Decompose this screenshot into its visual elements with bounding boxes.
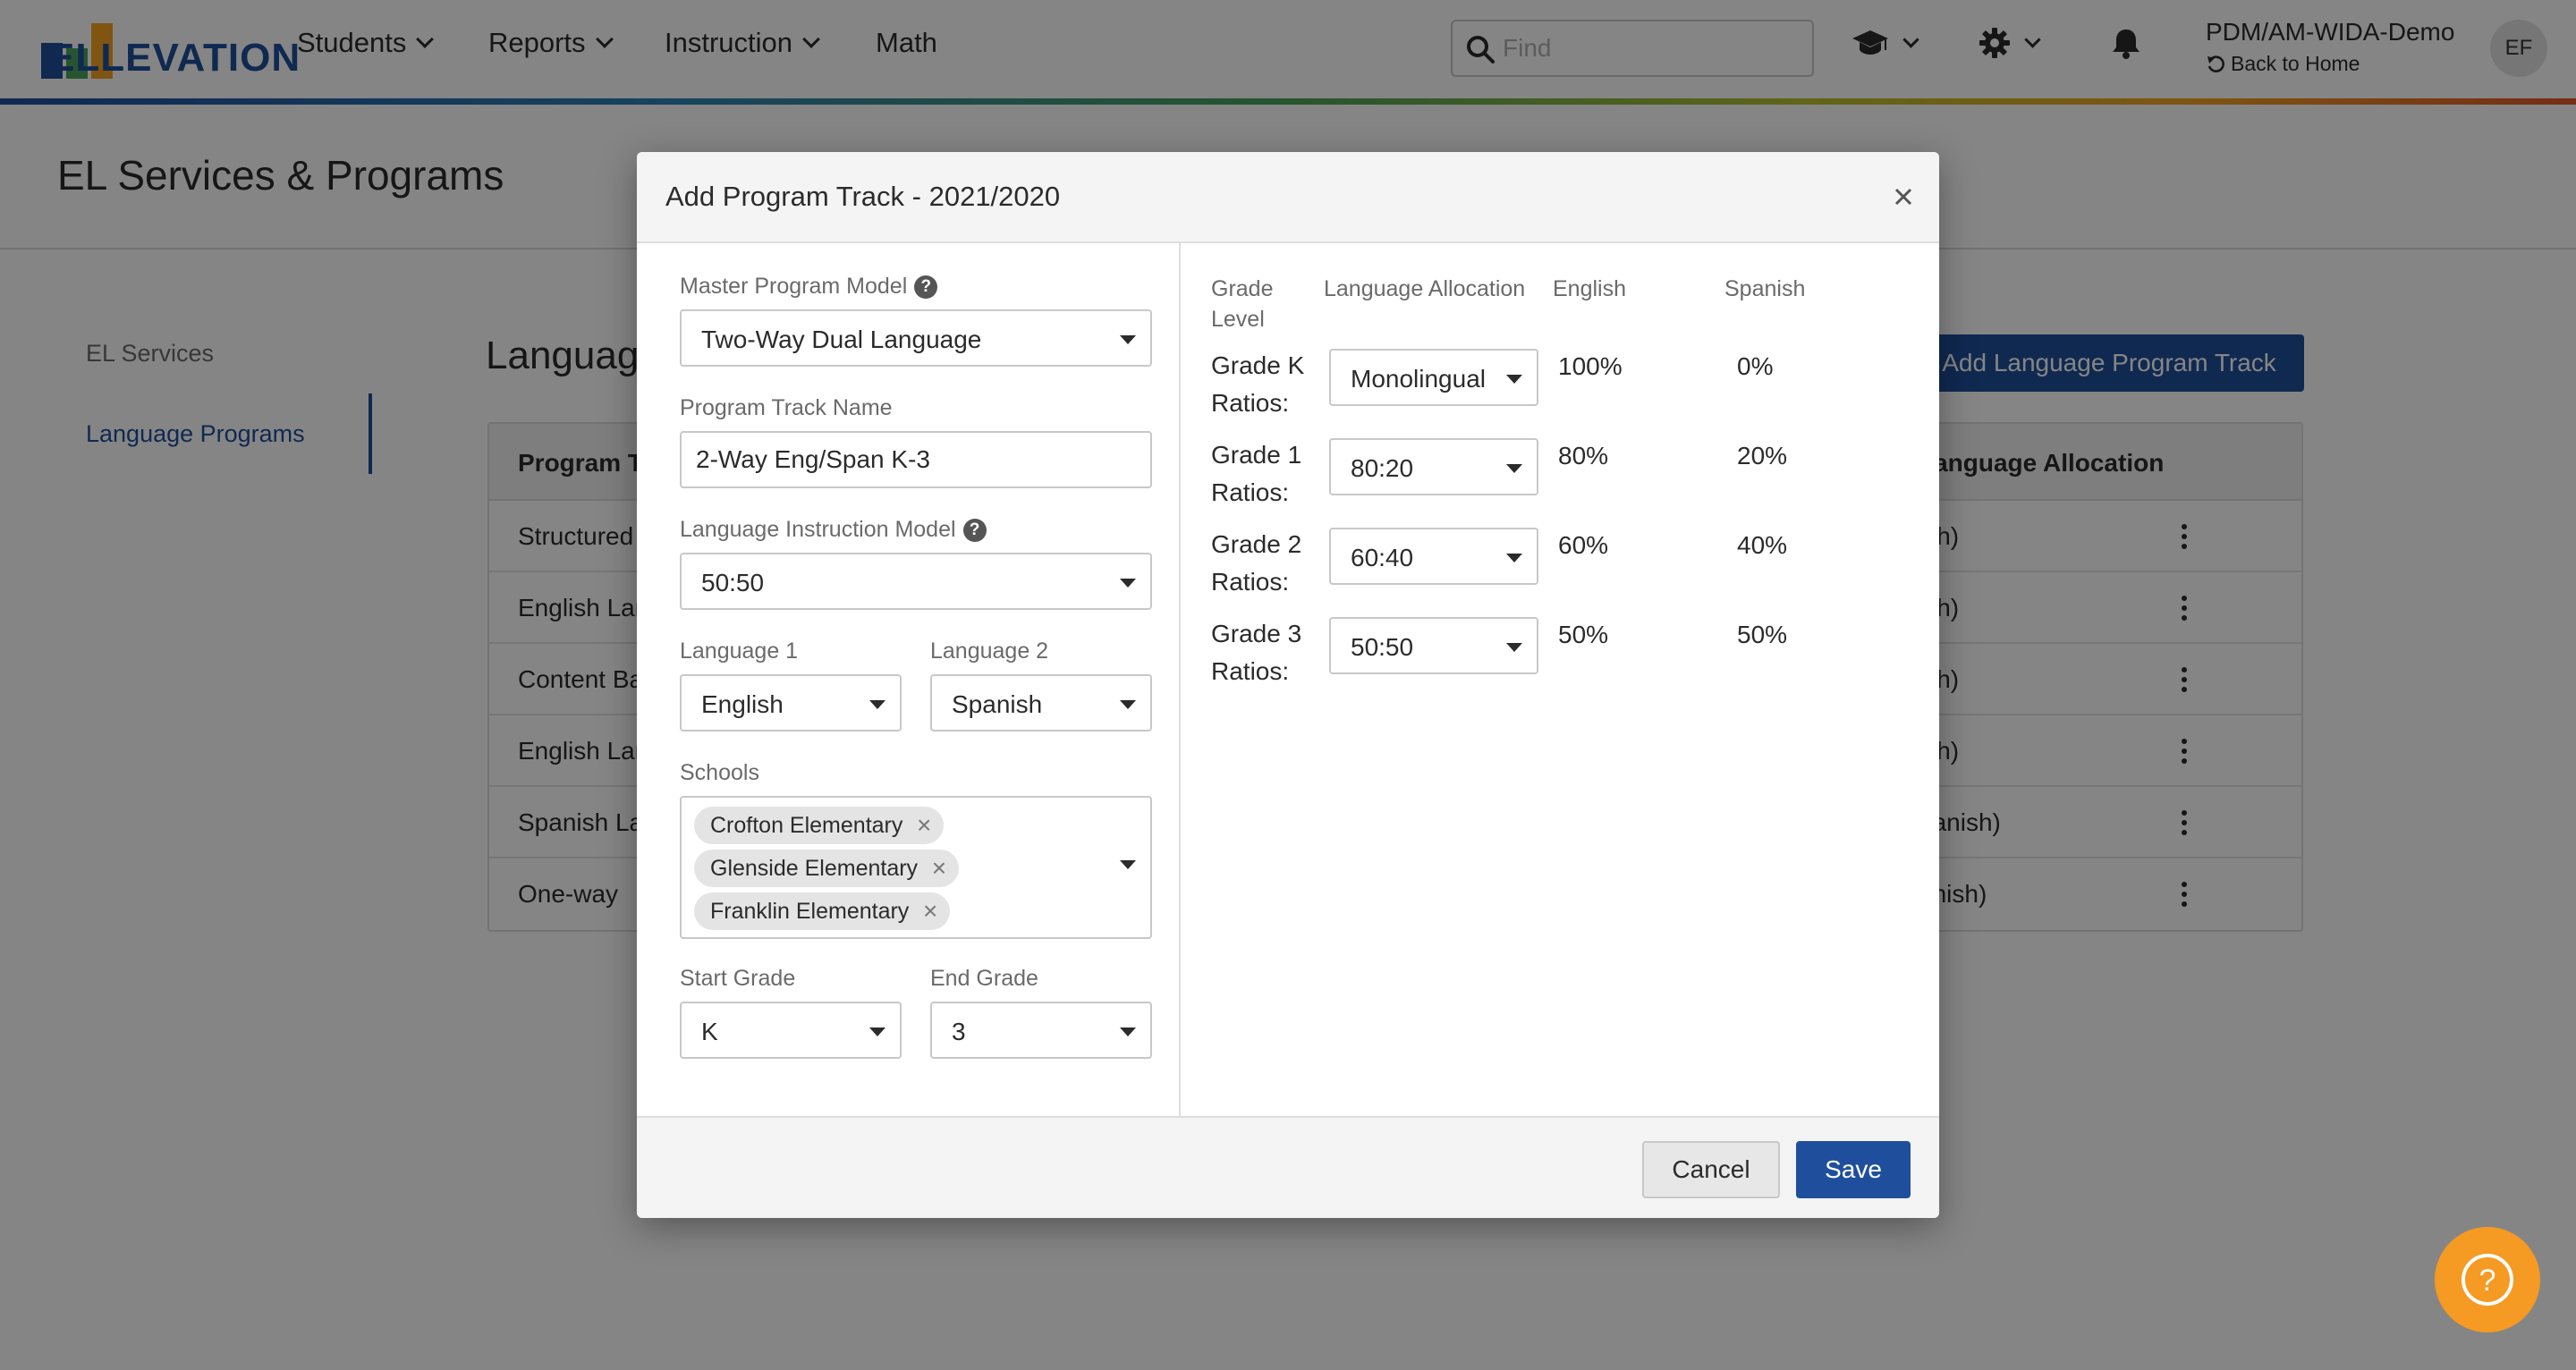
save-button[interactable]: Save bbox=[1796, 1141, 1911, 1198]
modal-footer: Cancel Save bbox=[637, 1116, 1939, 1218]
grade-1-allocation-select[interactable]: 80:20 bbox=[1329, 438, 1538, 495]
caret-down-icon bbox=[1506, 554, 1522, 562]
modal-body: Master Program Model ? Two-Way Dual Lang… bbox=[637, 243, 1939, 1116]
english-percent: 50% bbox=[1558, 621, 1609, 648]
caret-down-icon bbox=[1506, 464, 1522, 473]
language-allocation-header: Language Allocation bbox=[1324, 276, 1526, 301]
remove-chip-icon[interactable]: × bbox=[932, 850, 946, 887]
schools-multiselect[interactable]: Crofton Elementary × Glenside Elementary… bbox=[680, 796, 1152, 939]
close-icon[interactable] bbox=[1885, 179, 1921, 215]
grade-level-header: Grade Level bbox=[1211, 276, 1274, 332]
language-instruction-model-label: Language Instruction Model ? bbox=[680, 517, 987, 543]
program-details-column: Master Program Model ? Two-Way Dual Lang… bbox=[637, 243, 1181, 1116]
remove-chip-icon[interactable]: × bbox=[917, 807, 931, 844]
end-grade-label: End Grade bbox=[930, 966, 1038, 991]
spanish-percent: 40% bbox=[1737, 531, 1788, 559]
master-program-model-select[interactable]: Two-Way Dual Language bbox=[680, 309, 1152, 367]
spanish-percent: 20% bbox=[1737, 442, 1788, 469]
caret-down-icon bbox=[1120, 1028, 1136, 1036]
caret-down-icon bbox=[1120, 700, 1136, 709]
caret-down-icon bbox=[869, 700, 886, 709]
cancel-button[interactable]: Cancel bbox=[1642, 1141, 1780, 1198]
help-button[interactable]: ? bbox=[2435, 1227, 2540, 1332]
grade-ratio-label: Grade K Ratios: bbox=[1211, 351, 1305, 417]
spanish-percent: 50% bbox=[1737, 621, 1788, 648]
grade-2-allocation-select[interactable]: 60:40 bbox=[1329, 528, 1538, 585]
english-percent: 100% bbox=[1558, 352, 1623, 380]
add-program-track-modal: Add Program Track - 2021/2020 Master Pro… bbox=[637, 152, 1939, 1218]
grade-k-allocation-select[interactable]: Monolingual bbox=[1329, 349, 1538, 406]
school-chip: Franklin Elementary × bbox=[694, 892, 951, 930]
end-grade-select[interactable]: 3 bbox=[930, 1002, 1152, 1059]
program-track-name-input[interactable] bbox=[680, 431, 1152, 488]
language-instruction-model-select[interactable]: 50:50 bbox=[680, 553, 1152, 610]
start-grade-label: Start Grade bbox=[680, 966, 796, 991]
grade-ratio-label: Grade 2 Ratios: bbox=[1211, 530, 1302, 596]
language-2-select[interactable]: Spanish bbox=[930, 674, 1152, 732]
question-icon: ? bbox=[2462, 1254, 2513, 1306]
english-percent: 80% bbox=[1558, 442, 1609, 469]
caret-down-icon bbox=[1506, 375, 1522, 384]
school-chip: Glenside Elementary × bbox=[694, 850, 960, 887]
program-track-name-label: Program Track Name bbox=[680, 395, 893, 420]
grade-ratios-column: Grade Level Language Allocation English … bbox=[1182, 243, 1939, 1116]
caret-down-icon bbox=[1506, 643, 1522, 652]
help-circle-icon[interactable]: ? bbox=[962, 518, 987, 542]
help-circle-icon[interactable]: ? bbox=[914, 275, 938, 299]
language-1-select[interactable]: English bbox=[680, 674, 902, 732]
grade-ratio-label: Grade 1 Ratios: bbox=[1211, 441, 1302, 506]
caret-down-icon bbox=[1120, 335, 1136, 344]
language-2-label: Language 2 bbox=[930, 638, 1049, 664]
language-1-label: Language 1 bbox=[680, 638, 799, 664]
modal-header: Add Program Track - 2021/2020 bbox=[637, 152, 1939, 243]
svg-text:?: ? bbox=[2479, 1264, 2496, 1298]
caret-down-icon bbox=[1120, 860, 1136, 869]
grade-3-allocation-select[interactable]: 50:50 bbox=[1329, 617, 1538, 674]
remove-chip-icon[interactable]: × bbox=[923, 892, 937, 930]
caret-down-icon bbox=[869, 1028, 886, 1036]
english-percent: 60% bbox=[1558, 531, 1609, 559]
master-program-model-label: Master Program Model ? bbox=[680, 274, 938, 300]
grade-ratio-label: Grade 3 Ratios: bbox=[1211, 620, 1302, 685]
start-grade-select[interactable]: K bbox=[680, 1002, 902, 1059]
spanish-percent: 0% bbox=[1737, 352, 1774, 380]
schools-label: Schools bbox=[680, 760, 759, 785]
caret-down-icon bbox=[1120, 579, 1136, 588]
spanish-header: Spanish bbox=[1724, 276, 1806, 301]
modal-title: Add Program Track - 2021/2020 bbox=[665, 181, 1061, 212]
school-chip: Crofton Elementary × bbox=[694, 807, 945, 844]
english-header: English bbox=[1553, 276, 1626, 301]
